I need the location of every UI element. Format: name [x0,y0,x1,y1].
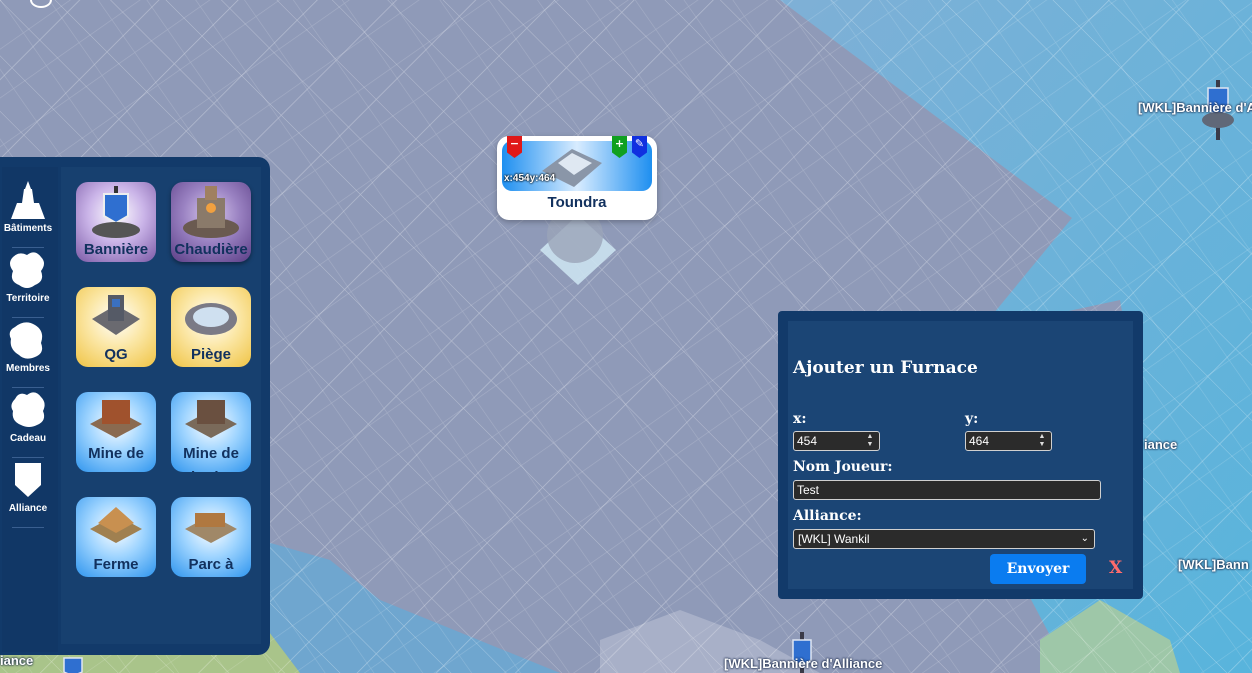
divider [12,527,44,528]
tile-label: Mine de Fer [88,445,144,472]
dialog-body: Ajouter un Furnace x: 454 ▲ ▼ y: 464 ▲ ▼ N… [788,321,1133,589]
category-label: Membres [6,363,50,374]
shield-icon [15,463,41,497]
tile-mine-de-fer[interactable]: Mine de Fer [76,392,156,472]
y-input[interactable]: 464 ▲ ▼ [965,431,1052,451]
category-label: Alliance [8,503,48,514]
tile-title: Toundra [547,194,607,211]
tile-piege[interactable]: Piège [171,287,251,367]
tile-label: Ferme [93,556,139,573]
submit-button[interactable]: Envoyer [990,554,1086,584]
category-column: Bâtiments Territoire Membres Cadeau Alli… [2,167,58,652]
x-input[interactable]: 454 ▲ ▼ [793,431,880,451]
tile-qg[interactable]: QG [76,287,156,367]
alliance-banner-building-icon[interactable] [58,656,88,673]
tower-icon [11,181,45,219]
map-label-alliance-banner: [WKL]Bannière d'A [1138,100,1252,115]
furnace-icon [183,186,239,238]
close-button[interactable]: X [1109,557,1122,579]
alliance-select[interactable]: [WKL] Wankil ⌄ [793,529,1095,549]
y-label: y: [965,411,979,427]
category-territoire[interactable]: Territoire [2,247,54,313]
map-label-alliance-banner: [WKL]Bannière d'Alliance [724,656,883,671]
tile-chaudiere[interactable]: Chaudière [171,182,251,262]
tile-label: Mine de Charbon [180,445,242,472]
tile-parc-a-bois[interactable]: Parc à Bois [171,497,251,577]
x-label: x: [793,411,807,427]
building-sidebar: Bâtiments Territoire Membres Cadeau Alli… [0,157,270,655]
category-alliance[interactable]: Alliance [2,457,54,523]
people-icon [9,322,43,359]
tile-label: QG [104,346,128,363]
pencil-icon: ✎ [634,137,645,150]
map-label-alliance-banner: [WKL]Bann [1178,557,1249,572]
player-name-input[interactable]: Test [793,480,1101,500]
map-label-alliance-banner: iance [1144,437,1178,452]
minus-icon: − [509,137,520,150]
alliance-banner-building-icon[interactable] [1198,80,1238,150]
category-label: Bâtiments [3,223,53,234]
tile-label: Piège [190,346,232,363]
category-membres[interactable]: Membres [2,317,54,383]
tile-ferme[interactable]: Ferme [76,497,156,577]
tile-label: Bannière [83,241,149,258]
dialog-title: Ajouter un Furnace [793,358,978,378]
banner-icon [92,186,140,238]
farm-icon [90,507,142,543]
add-furnace-dialog: Ajouter un Furnace x: 454 ▲ ▼ y: 464 ▲ ▼ N… [778,311,1143,599]
category-cadeau[interactable]: Cadeau [2,387,54,453]
tile-info-popup: x:454y:464 − + ✎ Toundra [497,136,657,220]
map-label-alliance-banner: iance [0,653,34,668]
tile-banniere[interactable]: Bannière [76,182,156,262]
flag-icon [10,252,44,288]
plus-icon: + [614,137,625,150]
alliance-select-value: [WKL] Wankil [798,532,870,546]
lumber-yard-icon [185,513,237,543]
category-label: Cadeau [9,433,47,444]
tile-label: Parc à Bois [188,556,234,573]
stepper-icon[interactable]: ▲ ▼ [865,433,875,449]
tile-coordinates: x:454y:464 [504,173,556,184]
player-name-value: Test [797,483,820,497]
chevron-down-icon: ⌄ [1080,533,1089,544]
stepper-icon[interactable]: ▲ ▼ [1037,433,1047,449]
x-input-value: 454 [797,434,818,448]
building-grid: Bannière Chaudière QG Piège Mine de Mine… [61,167,261,644]
alliance-label: Alliance: [793,508,862,524]
category-batiments[interactable]: Bâtiments [2,177,54,243]
trap-icon [185,303,237,335]
gift-icon [11,392,45,427]
player-name-label: Nom Joueur: [793,459,893,475]
category-label: Territoire [6,293,50,304]
y-input-value: 464 [969,434,990,448]
headquarters-icon [92,295,140,335]
tile-label: Chaudière [174,241,248,258]
tile-mine-de-charbon[interactable]: Mine de Charbon [171,392,251,472]
